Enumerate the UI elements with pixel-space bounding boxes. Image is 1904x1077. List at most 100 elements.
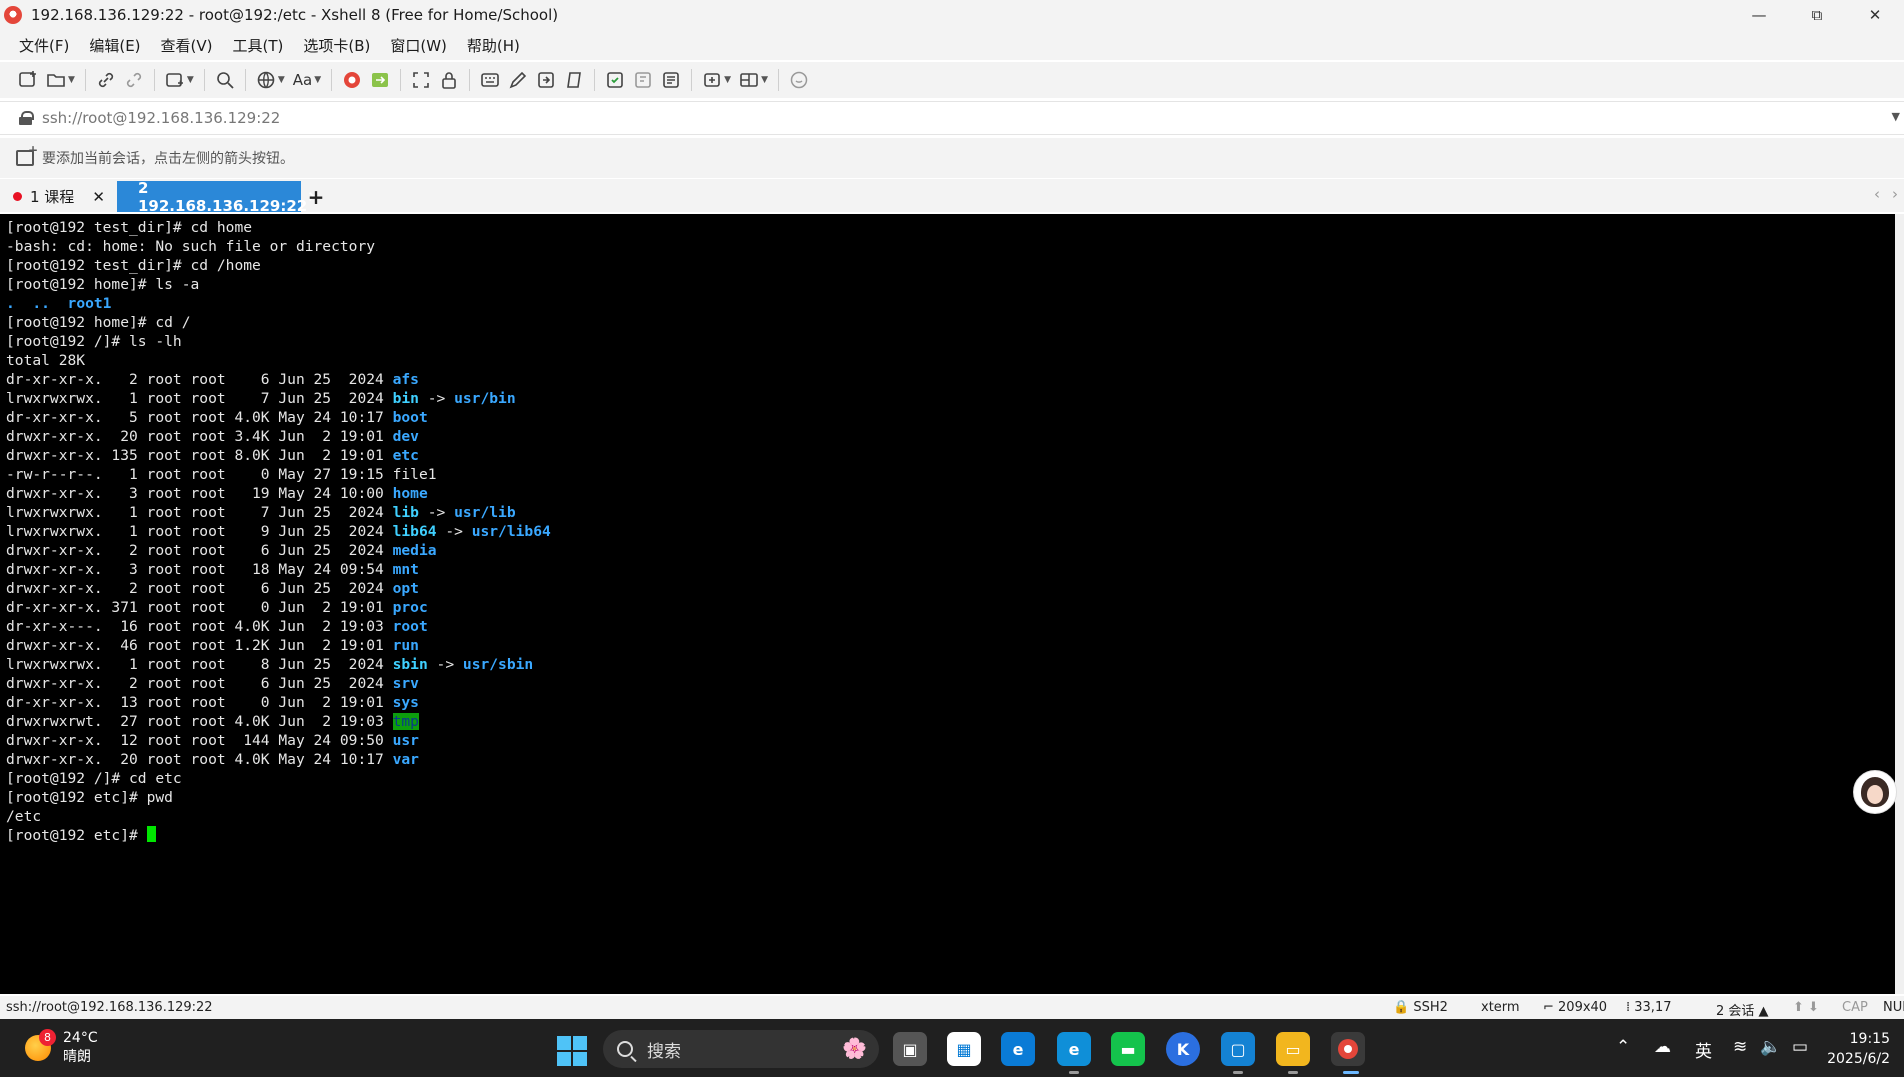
directory-entry: mnt bbox=[392, 561, 419, 578]
session-hint-text: 要添加当前会话，点击左侧的箭头按钮。 bbox=[42, 151, 294, 167]
vmware-icon[interactable]: ▢ bbox=[1221, 1032, 1255, 1066]
status-arrows[interactable]: ⬆ ⬇ bbox=[1793, 1000, 1819, 1015]
terminal-line: dr-xr-x---. 16 root root 4.0K Jun 2 19:0… bbox=[6, 617, 1895, 636]
link-icon bbox=[98, 72, 114, 88]
xftp-button[interactable] bbox=[338, 66, 366, 94]
script-button[interactable] bbox=[560, 66, 588, 94]
tab-bar: 1 课程 ✕ 2 192.168.136.129:22 ✕ + ‹ › bbox=[0, 179, 1904, 215]
edge-browser-icon[interactable]: e bbox=[1057, 1032, 1091, 1066]
directory-entry: opt bbox=[392, 580, 419, 597]
tab-prev-icon[interactable]: ‹ bbox=[1874, 185, 1880, 203]
keyboard-button[interactable] bbox=[476, 66, 504, 94]
tab-status-dot bbox=[13, 192, 22, 201]
toolbar-separator bbox=[400, 69, 402, 91]
tab-session-2[interactable]: 2 192.168.136.129:22 ✕ bbox=[117, 179, 320, 215]
terminal-line: dr-xr-xr-x. 371 root root 0 Jun 2 19:01 … bbox=[6, 598, 1895, 617]
terminal-cursor bbox=[146, 826, 156, 842]
menu-tools[interactable]: 工具(T) bbox=[223, 35, 294, 56]
window-add-icon bbox=[166, 73, 183, 87]
transfer-button[interactable] bbox=[366, 66, 394, 94]
close-button[interactable]: ✕ bbox=[1846, 0, 1904, 30]
new-tab-dropdown-button[interactable]: ▼ bbox=[161, 66, 198, 94]
lock-button[interactable] bbox=[435, 66, 463, 94]
terminal-line: lrwxrwxrwx. 1 root root 7 Jun 25 2024 li… bbox=[6, 503, 1895, 522]
status-num: NUM bbox=[1883, 1000, 1904, 1015]
xshell-logo-icon bbox=[4, 6, 22, 24]
log-button[interactable] bbox=[601, 66, 629, 94]
assistant-avatar[interactable] bbox=[1853, 770, 1897, 814]
terminal-line: total 28K bbox=[6, 351, 1895, 370]
terminal-line: [root@192 test_dir]# cd home bbox=[6, 218, 1895, 237]
chat-app-icon[interactable]: ▬ bbox=[1111, 1032, 1145, 1066]
symlink-entry: lib bbox=[392, 504, 419, 521]
menu-edit[interactable]: 编辑(E) bbox=[79, 35, 150, 56]
disconnect-button[interactable] bbox=[120, 66, 148, 94]
add-tab-button[interactable]: + bbox=[301, 181, 331, 212]
fullscreen-button[interactable] bbox=[407, 66, 435, 94]
battery-icon[interactable]: ▭ bbox=[1792, 1037, 1808, 1057]
menu-tabs[interactable]: 选项卡(B) bbox=[293, 35, 380, 56]
volume-icon[interactable]: 🔈 bbox=[1760, 1037, 1781, 1057]
caret-down-icon: ▼ bbox=[314, 75, 322, 85]
menu-view[interactable]: 查看(V) bbox=[151, 35, 223, 56]
xshell-taskbar-icon[interactable] bbox=[1331, 1032, 1365, 1066]
tab-close-icon[interactable]: ✕ bbox=[92, 188, 105, 206]
task-view-icon[interactable]: ▣ bbox=[893, 1032, 927, 1066]
pen-icon bbox=[509, 71, 527, 89]
terminal-scrollbar[interactable] bbox=[1895, 214, 1904, 994]
find-button[interactable] bbox=[211, 66, 239, 94]
running-indicator bbox=[1069, 1071, 1079, 1074]
add-box-icon bbox=[704, 73, 720, 87]
status-connection: ssh://root@192.168.136.129:22 bbox=[6, 1000, 213, 1015]
ms-store-icon[interactable]: ▦ bbox=[947, 1032, 981, 1066]
reconnect-button[interactable] bbox=[92, 66, 120, 94]
start-button[interactable] bbox=[557, 1036, 587, 1066]
k-app-icon[interactable]: K bbox=[1166, 1032, 1200, 1066]
open-session-button[interactable]: ▼ bbox=[42, 66, 79, 94]
add-session-icon[interactable] bbox=[16, 143, 38, 166]
address-dropdown-icon[interactable]: ▼ bbox=[1892, 110, 1900, 123]
file-explorer-icon[interactable]: ▭ bbox=[1276, 1032, 1310, 1066]
send-button[interactable] bbox=[532, 66, 560, 94]
menu-window[interactable]: 窗口(W) bbox=[380, 35, 457, 56]
wifi-icon[interactable]: ≋ bbox=[1733, 1037, 1747, 1057]
directory-entry: run bbox=[392, 637, 419, 654]
terminal-text: -> bbox=[418, 390, 455, 407]
ime-indicator[interactable]: 英 bbox=[1695, 1037, 1712, 1062]
compose-button[interactable] bbox=[504, 66, 532, 94]
edge-ai-icon[interactable]: e bbox=[1001, 1032, 1035, 1066]
notes-button[interactable] bbox=[657, 66, 685, 94]
menu-help[interactable]: 帮助(H) bbox=[457, 35, 530, 56]
menu-file[interactable]: 文件(F) bbox=[9, 35, 79, 56]
font-button[interactable]: Aa ▼ bbox=[289, 66, 325, 94]
maximize-button[interactable]: ⧉ bbox=[1788, 0, 1846, 30]
status-size: ⌐ 209x40 bbox=[1543, 1000, 1608, 1015]
new-window-button[interactable]: ▼ bbox=[698, 66, 735, 94]
address-input[interactable] bbox=[42, 109, 1842, 127]
layout-button[interactable]: ▼ bbox=[735, 66, 772, 94]
directory-entry: .. bbox=[32, 295, 50, 312]
status-cap: CAP bbox=[1842, 1000, 1868, 1015]
tray-overflow-icon[interactable]: ⌃ bbox=[1616, 1037, 1630, 1057]
onedrive-icon[interactable]: ☁ bbox=[1654, 1037, 1671, 1057]
new-session-button[interactable] bbox=[14, 66, 42, 94]
tab-next-icon[interactable]: › bbox=[1892, 185, 1898, 203]
status-sessions[interactable]: 2 会话 ▲ bbox=[1716, 1000, 1769, 1019]
xshell-logo-icon bbox=[1338, 1039, 1358, 1059]
tab-session-1[interactable]: 1 课程 ✕ bbox=[0, 181, 115, 212]
system-clock[interactable]: 19:15 2025/6/2 bbox=[1827, 1029, 1890, 1069]
terminal-text: drwxr-xr-x. 46 root root 1.2K Jun 2 19:0… bbox=[6, 637, 393, 654]
chat-button[interactable] bbox=[785, 66, 813, 94]
directory-entry: usr/lib bbox=[454, 504, 516, 521]
weather-widget[interactable]: 8 24°C 晴朗 bbox=[25, 1029, 98, 1067]
terminal-text: drwxr-xr-x. 20 root root 4.0K May 24 10:… bbox=[6, 751, 393, 768]
terminal-text: [root@192 etc]# bbox=[6, 827, 147, 844]
minimize-button[interactable]: — bbox=[1730, 0, 1788, 30]
directory-entry: usr/lib64 bbox=[471, 523, 551, 540]
capture-button[interactable] bbox=[629, 66, 657, 94]
encoding-button[interactable]: ▼ bbox=[252, 66, 289, 94]
terminal-output[interactable]: [root@192 test_dir]# cd home -bash: cd: h… bbox=[0, 214, 1895, 994]
taskbar-search[interactable]: 搜索 🌸 bbox=[603, 1030, 879, 1068]
terminal-text: [root@192 home]# cd / bbox=[6, 314, 191, 331]
terminal-text: /etc bbox=[6, 808, 42, 825]
